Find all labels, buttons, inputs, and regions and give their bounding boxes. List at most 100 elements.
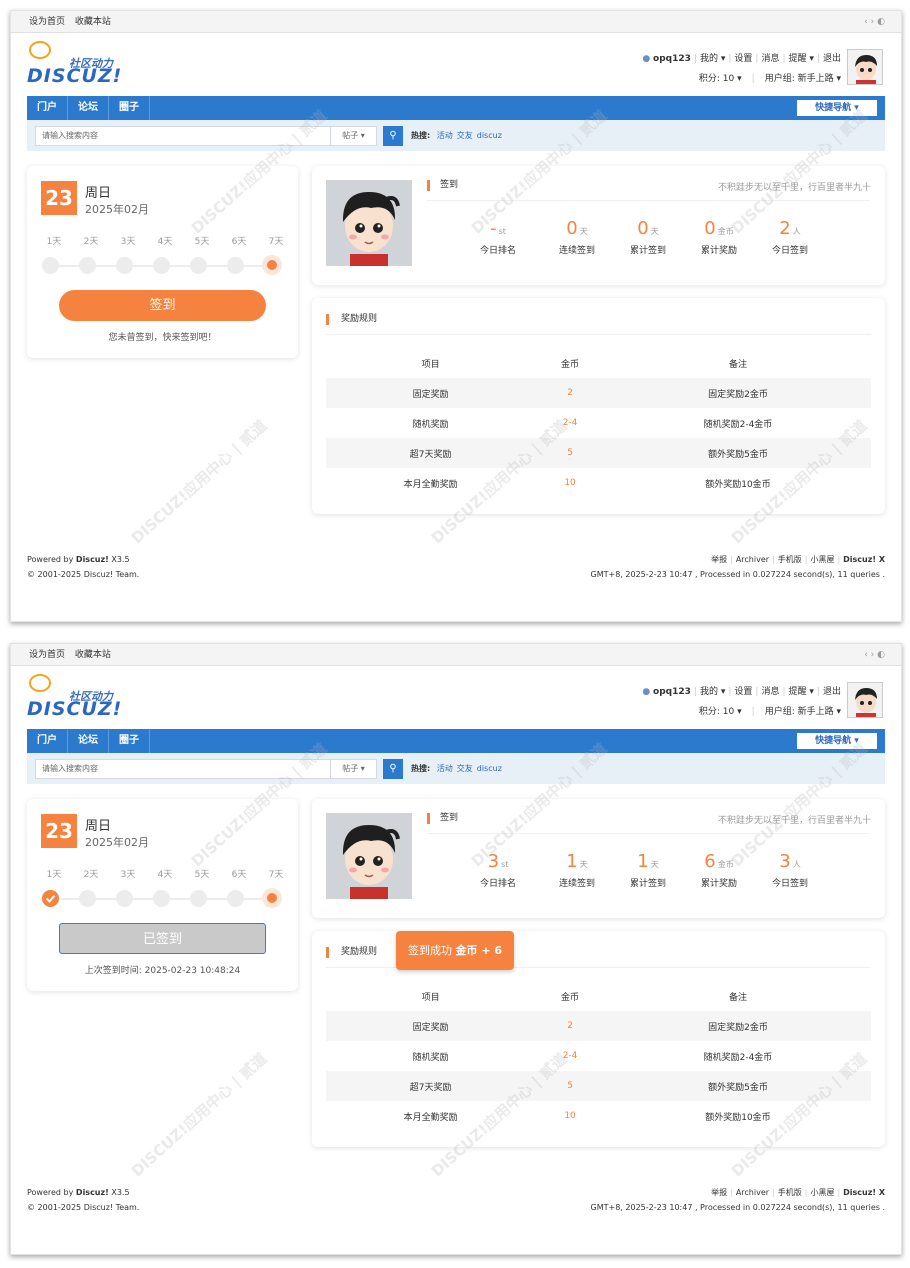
search-type-select[interactable]: 帖子 ▾ [331, 126, 377, 146]
table-row: 超7天奖励 5 额外奖励5金币 [326, 438, 871, 468]
nav-item-forum[interactable]: 论坛 [68, 96, 109, 120]
search-button[interactable]: ⚲ [383, 126, 403, 146]
progress-dot [153, 890, 170, 907]
footer-link-mobile[interactable]: 手机版 [778, 555, 802, 564]
table-row: 超7天奖励 5 额外奖励5金币 [326, 1071, 871, 1101]
site-logo[interactable]: 社区动力 DISCUZ! [27, 41, 137, 91]
table-row: 固定奖励 2 固定奖励2金币 [326, 1011, 871, 1041]
nav-item-forum[interactable]: 论坛 [68, 729, 109, 753]
user-avatar[interactable] [847, 682, 883, 718]
footer-brand-link[interactable]: Discuz! [76, 555, 109, 564]
footer-link-report[interactable]: 举报 [711, 1188, 727, 1197]
screenshot-before-sign: 设为首页 收藏本站 ‹ › ◐ 社区动力 DISCUZ! ● opq123 | 我的… [10, 10, 902, 622]
footer-link-blackroom[interactable]: 小黑屋 [810, 1188, 834, 1197]
day-label: 2天 [83, 870, 99, 880]
footer-link-report[interactable]: 举报 [711, 555, 727, 564]
stat-rank: - st 今日排名 [479, 218, 516, 256]
stat-today: 3 人今日签到 [771, 851, 808, 889]
footer-link-mobile[interactable]: 手机版 [778, 1188, 802, 1197]
logo-bubble-icon [29, 674, 51, 692]
set-home-link[interactable]: 设为首页 [29, 17, 65, 27]
progress-dot [227, 890, 244, 907]
divider [326, 334, 871, 335]
stat-rank: 3st 今日排名 [479, 851, 516, 889]
nav-item-portal[interactable]: 门户 [27, 729, 68, 753]
points-menu[interactable]: 积分: 10 ▾ [699, 74, 742, 84]
sign-in-button[interactable]: 签到 [59, 290, 266, 321]
hot-item[interactable]: 交友 [457, 131, 473, 140]
success-toast: 签到成功 金币 + 6 [396, 931, 514, 970]
nav-item-portal[interactable]: 门户 [27, 96, 68, 120]
username-link[interactable]: opq123 [653, 687, 691, 697]
table-row: 随机奖励 2-4 随机奖励2-4金币 [412, 1051, 773, 1063]
hot-item[interactable]: 活动 [437, 764, 453, 773]
set-home-link[interactable]: 设为首页 [29, 650, 65, 660]
search-input[interactable]: 请输入搜索内容 [35, 126, 331, 146]
date-badge: 23 [41, 181, 77, 215]
sign-panel: 签到 不积跬步无以至千里，行百里者半九十 3st 今日排名 1 天连续签到 1 天累计… [312, 799, 885, 918]
search-input[interactable]: 请输入搜索内容 [35, 759, 331, 779]
hot-item[interactable]: discuz [477, 131, 502, 140]
footer-brand-x[interactable]: Discuz! X [843, 555, 885, 564]
arrows-icon[interactable]: ‹ › [864, 17, 874, 27]
site-logo[interactable]: 社区动力 DISCUZ! [27, 674, 137, 724]
logo-en-text: DISCUZ! [27, 698, 123, 720]
points-menu[interactable]: 积分: 10 ▾ [699, 707, 742, 717]
my-menu[interactable]: 我的 ▾ [700, 687, 725, 697]
sign-in-button[interactable]: 已签到 [59, 923, 266, 954]
day-label: 7天 [268, 870, 284, 880]
footer-brand-link[interactable]: Discuz! [76, 1188, 109, 1197]
processed-info: GMT+8, 2025-2-23 10:47 , Processed in 0.… [590, 1203, 885, 1212]
search-icon: ⚲ [389, 763, 397, 774]
day-label: 7天 [268, 237, 284, 247]
group-menu[interactable]: 用户组: 新手上路 ▾ [765, 707, 841, 717]
watermark: DISCUZ!应用中心 | 贰道 [127, 416, 271, 548]
group-menu[interactable]: 用户组: 新手上路 ▾ [765, 74, 841, 84]
my-menu[interactable]: 我的 ▾ [700, 54, 725, 64]
username-link[interactable]: opq123 [653, 54, 691, 64]
favorite-link[interactable]: 收藏本站 [75, 650, 111, 660]
arrows-icon[interactable]: ‹ › [864, 650, 874, 660]
palette-icon[interactable]: ◐ [877, 17, 885, 27]
nav-item-group[interactable]: 圈子 [109, 96, 150, 120]
divider [427, 200, 870, 201]
messages-link[interactable]: 消息 [761, 54, 779, 64]
footer-brand-x[interactable]: Discuz! X [843, 1188, 885, 1197]
day-label: 5天 [194, 237, 210, 247]
user-avatar[interactable] [847, 49, 883, 85]
progress-dot [79, 890, 96, 907]
hot-item[interactable]: 活动 [437, 131, 453, 140]
quick-nav-button[interactable]: 快捷导航 ▾ [797, 733, 877, 749]
search-button[interactable]: ⚲ [383, 759, 403, 779]
day-label: 4天 [157, 237, 173, 247]
rules-title: 奖励规则 [326, 947, 377, 958]
logout-link[interactable]: 退出 [823, 54, 841, 64]
stat-total: 0 天累计签到 [629, 218, 666, 256]
logout-link[interactable]: 退出 [823, 687, 841, 697]
table-row: 本月全勤奖励 10 额外奖励10金币 [403, 1111, 771, 1123]
progress-dot [227, 257, 244, 274]
settings-link[interactable]: 设置 [734, 54, 752, 64]
check-icon [42, 890, 59, 907]
settings-link[interactable]: 设置 [734, 687, 752, 697]
hot-item[interactable]: 交友 [457, 764, 473, 773]
rules-title: 奖励规则 [326, 314, 377, 325]
footer-link-archiver[interactable]: Archiver [736, 555, 769, 564]
notify-menu[interactable]: 提醒 ▾ [789, 54, 814, 64]
table-row: 固定奖励 2 固定奖励2金币 [326, 378, 871, 408]
hot-item[interactable]: discuz [477, 764, 502, 773]
divider [427, 833, 870, 834]
stat-total: 1 天累计签到 [629, 851, 666, 889]
stat-today: 2 人今日签到 [771, 218, 808, 256]
footer-link-archiver[interactable]: Archiver [736, 1188, 769, 1197]
messages-link[interactable]: 消息 [761, 687, 779, 697]
search-type-select[interactable]: 帖子 ▾ [331, 759, 377, 779]
palette-icon[interactable]: ◐ [877, 650, 885, 660]
nav-item-group[interactable]: 圈子 [109, 729, 150, 753]
footer-link-blackroom[interactable]: 小黑屋 [810, 555, 834, 564]
quick-nav-button[interactable]: 快捷导航 ▾ [797, 100, 877, 116]
day-label: 6天 [231, 237, 247, 247]
search-bar: 请输入搜索内容 帖子 ▾ ⚲ 热搜: 活动 交友 discuz [27, 753, 885, 784]
notify-menu[interactable]: 提醒 ▾ [789, 687, 814, 697]
favorite-link[interactable]: 收藏本站 [75, 17, 111, 27]
